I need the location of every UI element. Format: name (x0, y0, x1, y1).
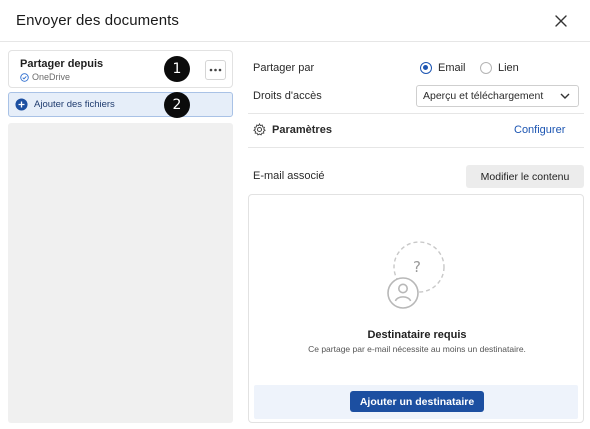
plus-circle-icon (15, 98, 28, 111)
settings-row: Paramètres (253, 123, 332, 136)
recipient-required-description: Ce partage par e-mail nécessite au moins… (308, 344, 526, 354)
step-badge-1: 1 (164, 56, 190, 82)
chevron-down-icon (560, 93, 570, 99)
share-by-email-label: Email (438, 62, 466, 74)
share-by-email-radio[interactable]: Email (420, 62, 466, 74)
divider (248, 113, 584, 114)
recipients-footer: Ajouter un destinataire (254, 385, 578, 419)
access-rights-label: Droits d'accès (253, 90, 322, 102)
recipients-box: ? Destinataire requis Ce partage par e-m… (248, 194, 584, 423)
more-horizontal-icon (209, 68, 222, 72)
check-circle-icon (20, 72, 29, 82)
more-options-button[interactable] (205, 60, 226, 80)
share-by-link-radio[interactable]: Lien (480, 62, 519, 74)
add-files-button[interactable]: Ajouter des fichiers (8, 92, 233, 117)
add-recipient-button[interactable]: Ajouter un destinataire (350, 391, 484, 412)
share-from-source: OneDrive (20, 72, 70, 82)
dialog-title: Envoyer des documents (16, 12, 180, 29)
close-icon[interactable] (552, 12, 570, 30)
share-from-label: Partager depuis (20, 58, 104, 70)
share-from-source-label: OneDrive (32, 72, 71, 82)
share-from-card[interactable]: Partager depuis OneDrive (8, 50, 233, 88)
configure-link[interactable]: Configurer (514, 124, 565, 136)
dialog-header: Envoyer des documents (0, 0, 590, 42)
svg-text:?: ? (413, 258, 421, 276)
associated-email-label: E-mail associé (253, 170, 325, 182)
access-rights-select[interactable]: Aperçu et téléchargement (416, 85, 579, 107)
files-list-area (8, 123, 233, 423)
modify-content-button[interactable]: Modifier le contenu (466, 165, 584, 188)
share-by-link-label: Lien (498, 62, 519, 74)
radio-selected-icon (420, 62, 432, 74)
add-files-label: Ajouter des fichiers (34, 99, 115, 110)
radio-unselected-icon (480, 62, 492, 74)
share-by-label: Partager par (253, 62, 315, 74)
left-panel: Partager depuis OneDrive 1 Ajouter des f… (8, 50, 233, 423)
step-badge-2: 2 (164, 92, 190, 118)
access-rights-value: Aperçu et téléchargement (423, 90, 544, 102)
divider (248, 147, 584, 148)
recipient-required-title: Destinataire requis (367, 329, 467, 341)
settings-label: Paramètres (272, 123, 332, 136)
user-question-icon: ? (387, 241, 445, 309)
gear-icon (253, 123, 266, 136)
